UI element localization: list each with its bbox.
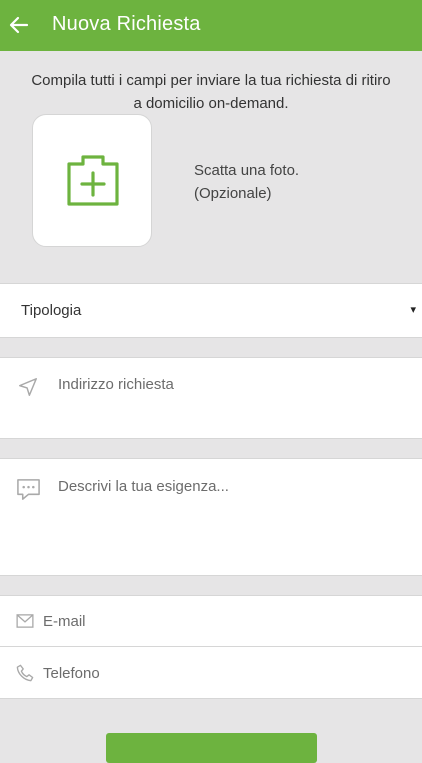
navigation-arrow-icon bbox=[19, 378, 37, 396]
page-title: Nuova Richiesta bbox=[52, 13, 201, 35]
top-app-bar: Nuova Richiesta bbox=[0, 0, 422, 51]
photo-label-line1: Scatta una foto. bbox=[194, 162, 300, 179]
phone-placeholder: Telefono bbox=[43, 665, 100, 682]
address-placeholder: Indirizzo richiesta bbox=[58, 376, 174, 393]
take-photo-button[interactable] bbox=[32, 114, 152, 247]
camera-plus-icon bbox=[67, 155, 119, 206]
address-input[interactable]: Indirizzo richiesta bbox=[0, 357, 422, 439]
submit-button[interactable] bbox=[106, 733, 317, 763]
description-input[interactable]: Descrivi la tua esigenza... bbox=[0, 458, 422, 576]
envelope-icon bbox=[16, 614, 34, 628]
phone-field[interactable]: Telefono bbox=[0, 647, 422, 699]
description-placeholder: Descrivi la tua esigenza... bbox=[58, 478, 229, 495]
photo-label-line2: (Opzionale) bbox=[194, 185, 272, 202]
photo-label: Scatta una foto. (Opzionale) bbox=[194, 159, 299, 205]
type-select-value: Tipologia bbox=[21, 302, 82, 319]
chat-bubble-icon bbox=[17, 479, 40, 500]
email-placeholder: E-mail bbox=[43, 613, 86, 630]
phone-icon bbox=[16, 664, 34, 682]
arrow-left-icon[interactable] bbox=[8, 14, 30, 36]
intro-text: Compila tutti i campi per inviare la tua… bbox=[31, 72, 391, 112]
type-select[interactable]: Tipologia ▾ bbox=[0, 283, 422, 338]
email-field[interactable]: E-mail bbox=[0, 595, 422, 647]
chevron-down-icon: ▾ bbox=[410, 304, 416, 316]
